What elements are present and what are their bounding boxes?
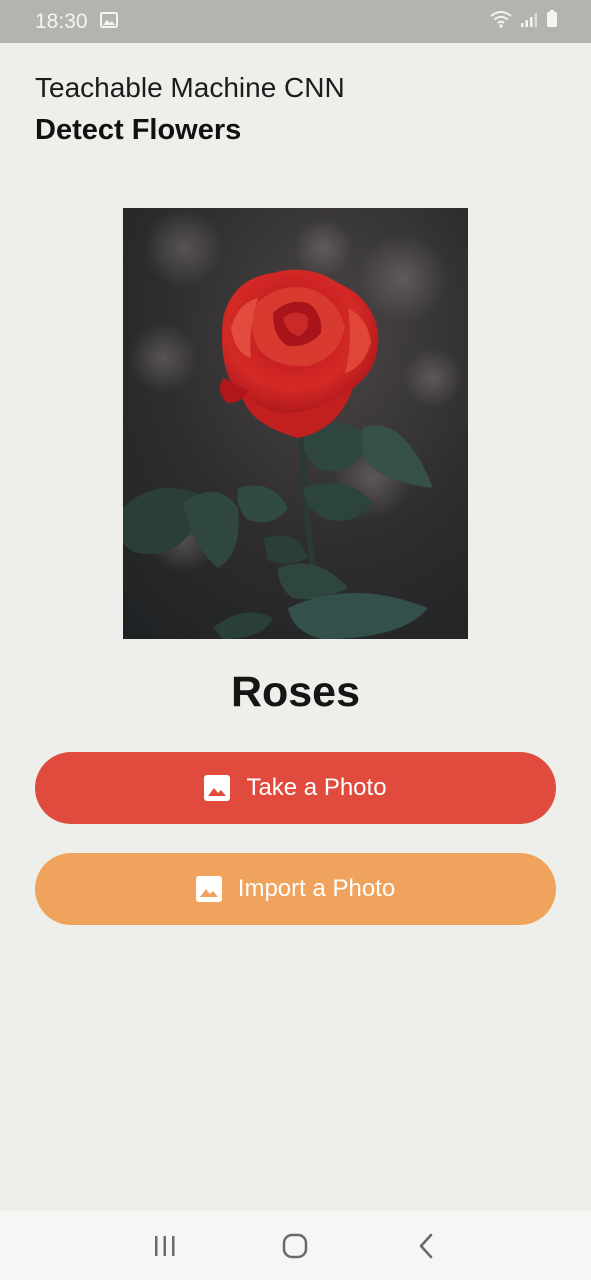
import-photo-label: Import a Photo [237, 875, 396, 902]
prediction-label: Roses [230, 668, 361, 716]
flower-photo [123, 208, 468, 639]
home-icon[interactable] [265, 1221, 325, 1271]
navigation-bar [0, 1211, 591, 1280]
status-bar: 18:30 [0, 0, 591, 43]
app-subtitle: Detect Flowers [35, 114, 242, 146]
status-time: 18:30 [35, 9, 88, 33]
signal-icon [520, 10, 538, 34]
take-photo-label: Take a Photo [246, 774, 387, 801]
back-icon[interactable] [396, 1221, 456, 1271]
battery-icon [546, 9, 558, 34]
wifi-icon [490, 10, 512, 34]
take-photo-button[interactable]: Take a Photo [35, 752, 556, 824]
app-title: Teachable Machine CNN [35, 72, 345, 103]
image-notification-icon [99, 10, 118, 34]
image-icon [204, 775, 231, 801]
recent-apps-icon[interactable] [135, 1221, 195, 1271]
image-icon [195, 876, 222, 902]
import-photo-button[interactable]: Import a Photo [35, 853, 556, 925]
